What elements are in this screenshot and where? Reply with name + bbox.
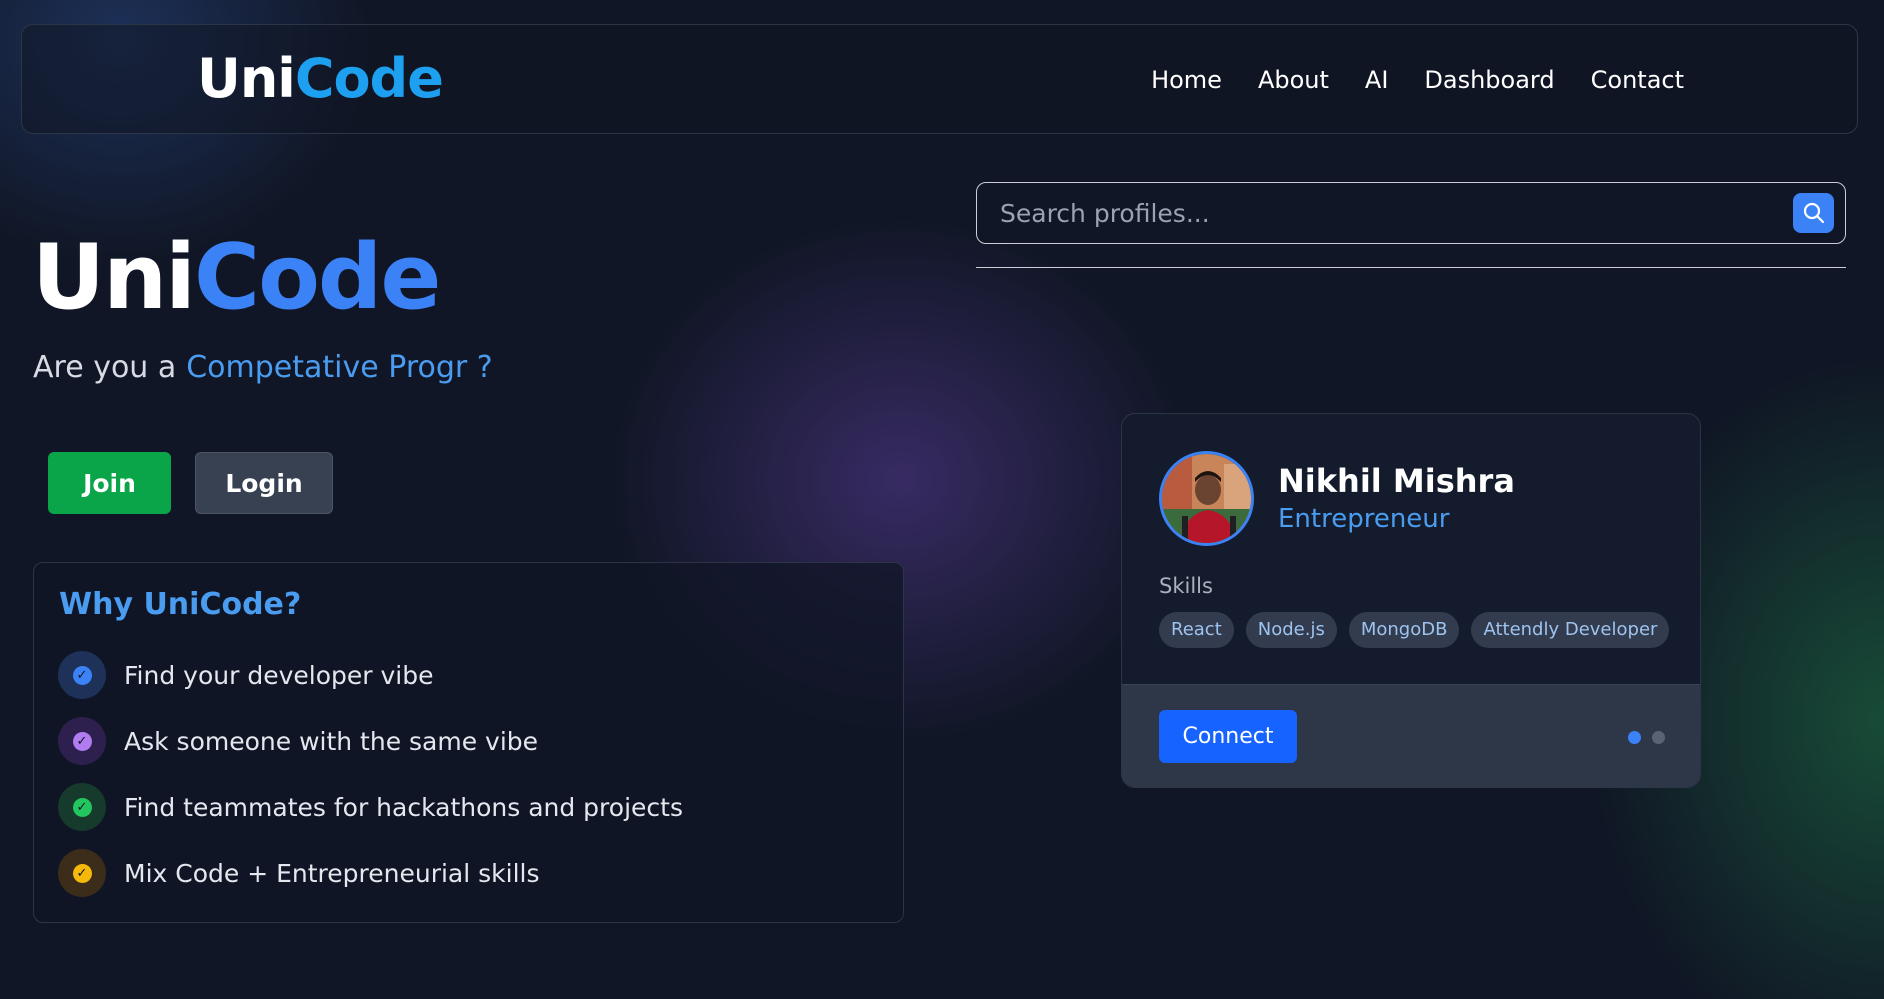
- search-input[interactable]: [977, 183, 1777, 243]
- why-list: ✓ Find your developer vibe ✓ Ask someone…: [58, 651, 683, 915]
- join-button[interactable]: Join: [48, 452, 171, 514]
- nav-link-ai[interactable]: AI: [1365, 63, 1389, 97]
- nav-logo[interactable]: UniCode: [197, 47, 444, 111]
- logo-uni: Uni: [197, 47, 296, 110]
- search-icon: [1803, 202, 1824, 224]
- avatar-photo: [1162, 454, 1251, 543]
- why-item-text: Find your developer vibe: [124, 660, 434, 690]
- login-button[interactable]: Login: [195, 452, 333, 514]
- profile-name: Nikhil Mishra: [1278, 462, 1515, 500]
- profile-role: Entrepreneur: [1278, 504, 1450, 534]
- profile-card-footer: Connect: [1122, 684, 1700, 787]
- why-unicode-panel: Why UniCode? ✓ Find your developer vibe …: [33, 562, 904, 923]
- logo-code: Code: [294, 47, 444, 110]
- skills-label: Skills: [1159, 574, 1213, 598]
- profile-card: Nikhil Mishra Entrepreneur Skills React …: [1121, 413, 1701, 788]
- nav-link-about[interactable]: About: [1258, 63, 1329, 97]
- carousel-dot[interactable]: [1652, 731, 1665, 744]
- skill-tag: React: [1159, 612, 1234, 648]
- avatar[interactable]: [1159, 451, 1254, 546]
- skills-list: React Node.js MongoDB Attendly Developer: [1159, 612, 1670, 648]
- hero-tagline: Are you a Competative Progr ?: [33, 346, 493, 390]
- why-item: ✓ Find your developer vibe: [58, 651, 683, 699]
- carousel-dot[interactable]: [1628, 731, 1641, 744]
- why-item: ✓ Find teammates for hackathons and proj…: [58, 783, 683, 831]
- skill-tag: Node.js: [1245, 612, 1337, 648]
- search-divider: [976, 267, 1846, 268]
- why-item: ✓ Ask someone with the same vibe: [58, 717, 683, 765]
- nav-links: Home About AI Dashboard Contact: [1151, 63, 1684, 97]
- check-circle-icon: ✓: [58, 651, 106, 699]
- connect-button[interactable]: Connect: [1159, 710, 1297, 763]
- check-circle-icon: ✓: [58, 783, 106, 831]
- hero-title: UniCode: [32, 222, 441, 334]
- carousel-dots: [1628, 731, 1665, 744]
- tagline-prefix: Are you a: [33, 350, 177, 385]
- navbar: UniCode Home About AI Dashboard Contact: [21, 24, 1858, 134]
- why-item-text: Find teammates for hackathons and projec…: [124, 792, 683, 822]
- why-item-text: Mix Code + Entrepreneurial skills: [124, 858, 540, 888]
- why-item: ✓ Mix Code + Entrepreneurial skills: [58, 849, 683, 897]
- hero-title-uni: Uni: [32, 225, 196, 330]
- search-bar: [976, 182, 1846, 244]
- tagline-rotating-text: Competative Progr ?: [186, 350, 493, 385]
- skill-tag: Attendly Developer: [1471, 612, 1670, 648]
- search-button[interactable]: [1793, 193, 1834, 233]
- nav-link-dashboard[interactable]: Dashboard: [1424, 63, 1554, 97]
- check-circle-icon: ✓: [58, 849, 106, 897]
- check-circle-icon: ✓: [58, 717, 106, 765]
- nav-link-home[interactable]: Home: [1151, 63, 1222, 97]
- hero-title-code: Code: [194, 225, 441, 330]
- nav-link-contact[interactable]: Contact: [1591, 63, 1684, 97]
- why-item-text: Ask someone with the same vibe: [124, 726, 539, 756]
- why-title: Why UniCode?: [59, 587, 302, 622]
- skill-tag: MongoDB: [1348, 612, 1460, 648]
